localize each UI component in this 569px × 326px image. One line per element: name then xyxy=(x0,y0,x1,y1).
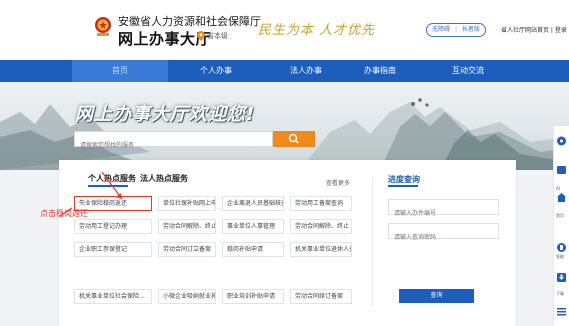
elder-mode-link[interactable]: 长者版 xyxy=(462,24,480,36)
service-item[interactable]: 机关事业单位社会保险... xyxy=(74,289,152,304)
service-item[interactable]: 单位社保补贴网上申报 xyxy=(158,196,216,211)
location-pin-icon xyxy=(197,31,205,41)
service-item[interactable]: 职业培训补贴申请 xyxy=(222,289,284,304)
tab-personal-hot[interactable]: 个人热点服务 xyxy=(88,173,136,184)
service-item[interactable]: 劳动用工备案查询 xyxy=(290,196,352,211)
service-item[interactable]: 企业职工参保登记 xyxy=(74,242,152,257)
service-item[interactable]: 劳动合同订立备案 xyxy=(158,242,216,257)
org-name: 安徽省人力资源和社会保障厅 xyxy=(118,15,261,28)
national-emblem-icon xyxy=(95,17,111,36)
tab-corporate-hot[interactable]: 法人热点服务 xyxy=(140,173,188,184)
ai-assistant-icon[interactable] xyxy=(556,165,567,176)
progress-title-underline xyxy=(388,185,418,187)
nav-personal[interactable]: 个人办事 xyxy=(168,60,264,82)
accessibility-switch: 无障碍 | 长者版 xyxy=(426,23,486,37)
progress-title: 进度查询 xyxy=(388,175,420,184)
service-item[interactable]: 企业离退人员基础核查 xyxy=(222,196,284,211)
service-item[interactable]: 小微企业吸纳就业补贴... xyxy=(158,289,216,304)
column-divider xyxy=(372,177,373,307)
float-label-ai: AI xyxy=(556,186,560,191)
main-nav: 首页 个人办事 法人办事 办事指南 互动交流 xyxy=(0,60,569,82)
query-password-input[interactable] xyxy=(389,230,498,245)
service-item[interactable]: 劳动合同续订备案 xyxy=(290,289,352,304)
nav-interaction[interactable]: 互动交流 xyxy=(420,60,516,82)
view-more-link[interactable]: 查看更多 xyxy=(326,178,350,187)
service-item[interactable]: 劳动合同解除、终止 xyxy=(158,219,216,234)
float-label-smart: 智能 xyxy=(556,254,564,259)
float-label-download: 下载 xyxy=(556,291,564,296)
mountain-landscape xyxy=(0,98,569,170)
search-button[interactable] xyxy=(273,131,315,147)
search-icon xyxy=(288,133,299,144)
chat-icon[interactable] xyxy=(556,136,567,147)
case-number-input[interactable] xyxy=(389,206,498,221)
service-item[interactable]: 劳动用工登记办理 xyxy=(74,219,152,234)
case-number-field xyxy=(388,199,499,221)
nav-guide[interactable]: 办事指南 xyxy=(332,60,428,82)
slogan: 民生为本 人才优先 xyxy=(258,23,376,38)
annotation-label: 点击稳岗返还 xyxy=(40,209,88,218)
smart-service-icon[interactable] xyxy=(556,242,567,253)
active-tab-indicator xyxy=(88,185,128,187)
service-item[interactable]: 事业单位人事管理 xyxy=(222,219,284,234)
service-item[interactable]: 稳岗补贴申请 xyxy=(222,242,284,257)
service-item[interactable]: 劳动合同解除、终止 xyxy=(290,219,352,234)
barrier-free-link[interactable]: 无障碍 xyxy=(432,24,450,36)
location-selector[interactable]: 省本级 xyxy=(207,31,228,41)
top-links[interactable]: 省人社厅网站首页 | 登录 xyxy=(501,25,567,34)
hero-banner: 网上办事大厅欢迎您! xyxy=(0,82,569,170)
download-icon[interactable] xyxy=(556,272,567,283)
query-password-field xyxy=(388,223,499,245)
search-box xyxy=(74,131,273,153)
query-button[interactable]: 查询 xyxy=(399,289,474,303)
home-icon[interactable] xyxy=(556,192,567,203)
hero-title: 网上办事大厅欢迎您! xyxy=(75,104,256,125)
list-icon[interactable] xyxy=(556,306,567,317)
nav-home[interactable]: 首页 xyxy=(72,60,168,82)
float-label-home: 首页 xyxy=(556,213,564,218)
search-input[interactable] xyxy=(75,138,272,153)
service-item[interactable]: 机关事业单位退休人员... xyxy=(290,242,352,257)
